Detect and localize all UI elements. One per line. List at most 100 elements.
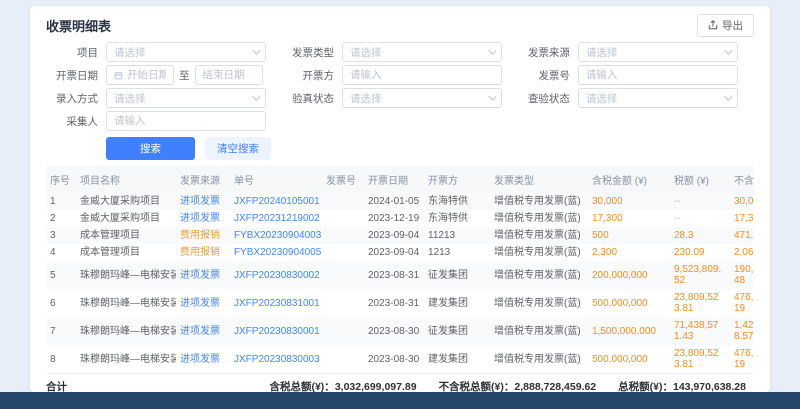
project-label: 项目 bbox=[46, 45, 98, 60]
invoice-type-cell: 增值税专用发票(蓝) bbox=[490, 210, 588, 227]
column-header: 税额 (¥) bbox=[670, 166, 730, 193]
order-no-link[interactable]: FYBX20230904005 bbox=[230, 244, 322, 261]
invoice-type-cell: 增值税专用发票(蓝) bbox=[490, 289, 588, 317]
table-row: 7珠穆朗玛峰—电梯安装进项发票JXFP202308300012023-08-30… bbox=[46, 317, 754, 345]
collector-input[interactable] bbox=[106, 111, 266, 131]
invoice-date-cell: 2023-08-31 bbox=[364, 261, 424, 289]
issuer-cell: 征发集团 bbox=[424, 317, 490, 345]
export-icon bbox=[708, 20, 718, 30]
column-header: 序号 bbox=[46, 166, 76, 193]
project-name: 金威大厦采购项目 bbox=[76, 193, 176, 210]
invoice-type-label: 发票类型 bbox=[282, 45, 334, 60]
amount-without-tax-cell: 471.7 bbox=[730, 227, 754, 244]
amount-with-tax-cell: 30,000 bbox=[588, 193, 670, 210]
issuer-cell: 东海特供 bbox=[424, 210, 490, 227]
entry-method-select[interactable]: 请选择 bbox=[106, 88, 266, 108]
invoice-date-cell: 2023-08-30 bbox=[364, 345, 424, 373]
order-no-link[interactable]: JXFP20230830003 bbox=[230, 345, 322, 373]
invoice-type-select[interactable]: 请选择 bbox=[342, 42, 502, 62]
issuer-cell: 东海特供 bbox=[424, 193, 490, 210]
end-date-input[interactable] bbox=[195, 65, 263, 85]
invoice-type-cell: 增值税专用发票(蓝) bbox=[490, 227, 588, 244]
project-select[interactable]: 请选择 bbox=[106, 42, 266, 62]
invoice-date-cell: 2023-08-31 bbox=[364, 289, 424, 317]
invoice-no-cell bbox=[322, 317, 364, 345]
invoice-table-wrap[interactable]: 序号项目名称发票来源单号发票号开票日期开票方发票类型含税金额 (¥)税额 (¥)… bbox=[46, 166, 754, 373]
invoice-no-input[interactable] bbox=[578, 65, 738, 85]
invoice-source-link[interactable]: 进项发票 bbox=[176, 289, 230, 317]
amount-with-tax-cell: 500,000,000 bbox=[588, 345, 670, 373]
chevron-down-icon bbox=[488, 92, 496, 100]
search-button[interactable]: 搜索 bbox=[106, 137, 195, 160]
order-no-link[interactable]: FYBX20230904003 bbox=[230, 227, 322, 244]
clear-search-button[interactable]: 清空搜索 bbox=[205, 137, 271, 160]
issuer-input[interactable] bbox=[342, 65, 502, 85]
amount-with-tax-cell: 2,300 bbox=[588, 244, 670, 261]
verify-status-select[interactable]: 请选择 bbox=[342, 88, 502, 108]
table-row: 1金威大厦采购项目进项发票JXFP202401050012024-01-05东海… bbox=[46, 193, 754, 210]
chevron-down-icon bbox=[252, 46, 260, 54]
order-no-link[interactable]: JXFP20230830002 bbox=[230, 261, 322, 289]
invoice-source-label: 发票来源 bbox=[518, 45, 570, 60]
invoice-detail-card: 收票明细表 导出 项目 请选择 发票类型 请选择 bbox=[30, 6, 770, 392]
total-item-label: 不含税总额(¥)： bbox=[439, 381, 515, 392]
export-button[interactable]: 导出 bbox=[697, 14, 754, 37]
invoice-source-link[interactable]: 费用报销 bbox=[176, 227, 230, 244]
column-header: 开票方 bbox=[424, 166, 490, 193]
total-item: 含税总额(¥)：3,032,699,097.89 bbox=[269, 379, 416, 392]
table-row: 8珠穆朗玛峰—电梯安装进项发票JXFP202308300032023-08-30… bbox=[46, 345, 754, 373]
invoice-source-link[interactable]: 进项发票 bbox=[176, 345, 230, 373]
invoice-no-label: 发票号 bbox=[518, 68, 570, 83]
invoice-source-link[interactable]: 进项发票 bbox=[176, 193, 230, 210]
chevron-down-icon bbox=[724, 92, 732, 100]
invoice-date-cell: 2023-09-04 bbox=[364, 244, 424, 261]
invoice-type-cell: 增值税专用发票(蓝) bbox=[490, 345, 588, 373]
project-name: 珠穆朗玛峰—电梯安装 bbox=[76, 317, 176, 345]
tax-cell: -- bbox=[670, 210, 730, 227]
amount-with-tax-cell: 200,000,000 bbox=[588, 261, 670, 289]
chevron-down-icon bbox=[724, 46, 732, 54]
filter-panel: 项目 请选择 发票类型 请选择 发票来源 请选择 bbox=[46, 42, 754, 160]
invoice-no-cell bbox=[322, 345, 364, 373]
invoice-no-cell bbox=[322, 244, 364, 261]
invoice-source-link[interactable]: 进项发票 bbox=[176, 261, 230, 289]
check-status-select[interactable]: 请选择 bbox=[578, 88, 738, 108]
invoice-no-cell bbox=[322, 210, 364, 227]
totals-bar: 合计 含税总额(¥)：3,032,699,097.89不含税总额(¥)：2,88… bbox=[46, 373, 754, 392]
verify-status-label: 验真状态 bbox=[282, 91, 334, 106]
collector-label: 采集人 bbox=[46, 114, 98, 129]
tax-cell: -- bbox=[670, 193, 730, 210]
project-placeholder: 请选择 bbox=[114, 45, 146, 60]
column-header: 项目名称 bbox=[76, 166, 176, 193]
order-no-link[interactable]: JXFP20230830001 bbox=[230, 317, 322, 345]
column-header: 含税金额 (¥) bbox=[588, 166, 670, 193]
amount-with-tax-cell: 1,500,000,000 bbox=[588, 317, 670, 345]
amount-without-tax-cell: 17,300 bbox=[730, 210, 754, 227]
row-index: 7 bbox=[46, 317, 76, 345]
invoice-source-link[interactable]: 费用报销 bbox=[176, 244, 230, 261]
invoice-date-range: 至 bbox=[106, 65, 266, 85]
invoice-source-link[interactable]: 进项发票 bbox=[176, 317, 230, 345]
start-date-input[interactable] bbox=[106, 65, 174, 85]
invoice-source-link[interactable]: 进项发票 bbox=[176, 210, 230, 227]
chevron-down-icon bbox=[252, 92, 260, 100]
invoice-no-cell bbox=[322, 227, 364, 244]
amount-without-tax-cell: 476,190,476.19 bbox=[730, 289, 754, 317]
order-no-link[interactable]: JXFP20231219002 bbox=[230, 210, 322, 227]
order-no-link[interactable]: JXFP20240105001 bbox=[230, 193, 322, 210]
invoice-table: 序号项目名称发票来源单号发票号开票日期开票方发票类型含税金额 (¥)税额 (¥)… bbox=[46, 166, 754, 373]
project-name: 成本管理项目 bbox=[76, 227, 176, 244]
total-item-value: 3,032,699,097.89 bbox=[335, 381, 417, 392]
tax-cell: 28.3 bbox=[670, 227, 730, 244]
row-index: 4 bbox=[46, 244, 76, 261]
invoice-type-cell: 增值税专用发票(蓝) bbox=[490, 193, 588, 210]
invoice-source-select[interactable]: 请选择 bbox=[578, 42, 738, 62]
tax-cell: 230.09 bbox=[670, 244, 730, 261]
invoice-date-cell: 2024-01-05 bbox=[364, 193, 424, 210]
column-header: 发票号 bbox=[322, 166, 364, 193]
verify-status-placeholder: 请选择 bbox=[350, 91, 382, 106]
table-row: 6珠穆朗玛峰—电梯安装进项发票JXFP202308310012023-08-31… bbox=[46, 289, 754, 317]
total-item-value: 143,970,638.28 bbox=[673, 381, 746, 392]
order-no-link[interactable]: JXFP20230831001 bbox=[230, 289, 322, 317]
project-name: 珠穆朗玛峰—电梯安装 bbox=[76, 345, 176, 373]
